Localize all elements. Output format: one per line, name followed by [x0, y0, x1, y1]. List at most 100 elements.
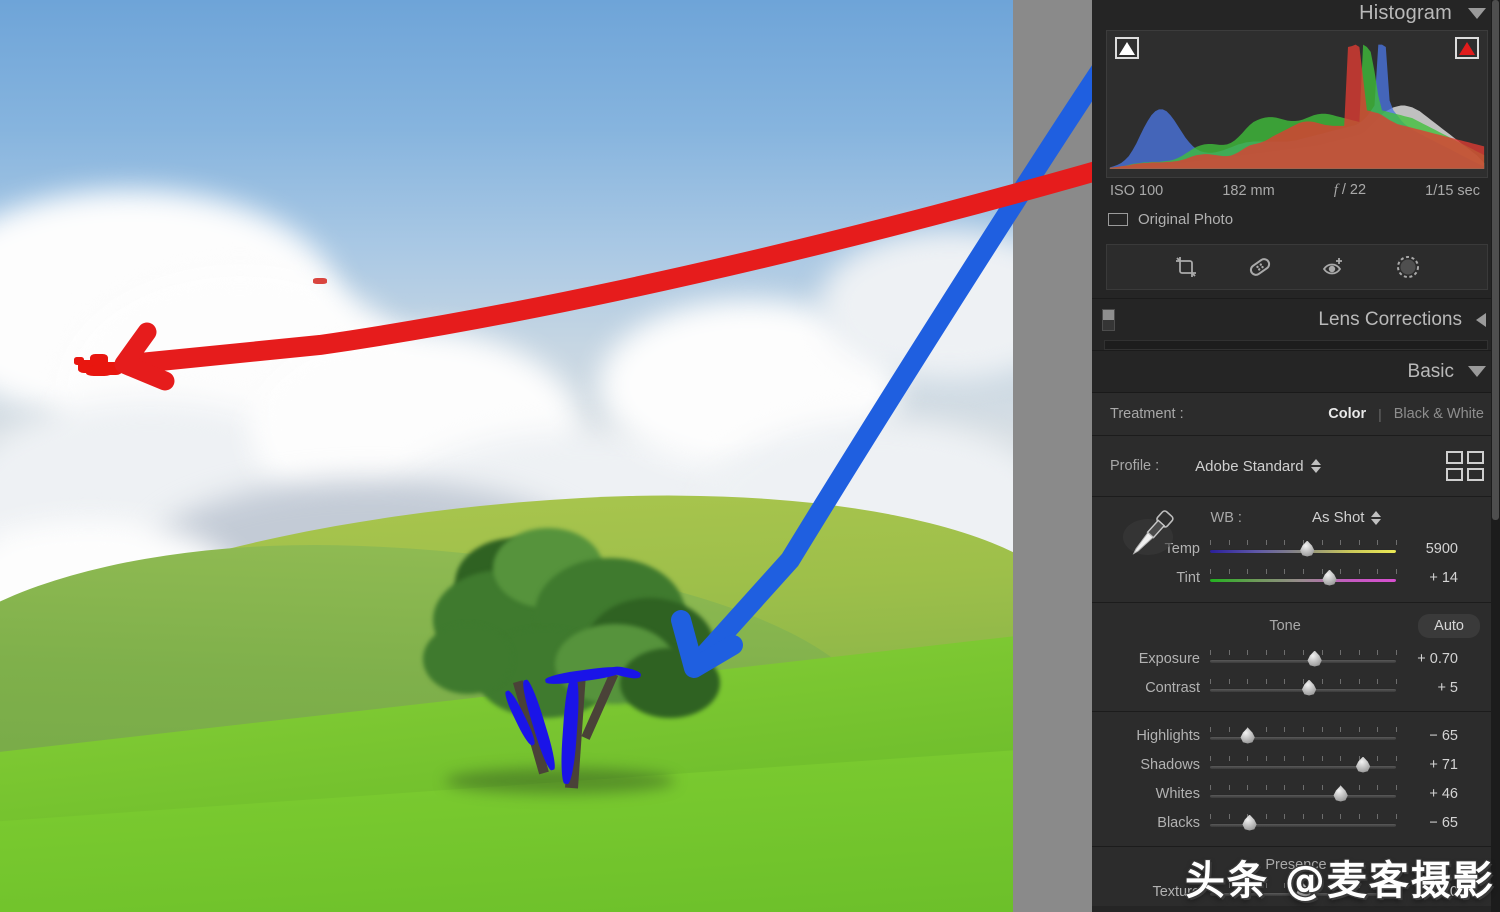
aperture-value: f / 22: [1334, 182, 1366, 199]
highlight-clipping-indicator[interactable]: [1455, 37, 1479, 59]
highlight-clipping-overlay: [313, 276, 331, 286]
iso-value: ISO 100: [1110, 183, 1163, 199]
chevron-down-icon[interactable]: [1468, 366, 1486, 377]
original-photo-row[interactable]: Original Photo: [1092, 199, 1500, 238]
basic-panel-header[interactable]: Basic: [1092, 350, 1500, 392]
tone-sliders: Exposure + 0.70 Contrast+ 5: [1092, 644, 1500, 702]
slider-value-shadows[interactable]: + 71: [1396, 757, 1476, 773]
shutter-speed-value: 1/15 sec: [1425, 183, 1480, 199]
slider-highlights[interactable]: Highlights− 65: [1092, 721, 1500, 750]
crop-overlay-icon[interactable]: [1171, 252, 1201, 282]
panel-scrollbar[interactable]: [1491, 0, 1500, 912]
slider-track-temp[interactable]: [1210, 540, 1396, 558]
auto-tone-button[interactable]: Auto: [1418, 614, 1480, 638]
highlight-clipping-overlay: [74, 352, 126, 378]
exif-metadata-row: ISO 100 182 mm f / 22 1/15 sec: [1092, 178, 1500, 199]
slider-ticks: [1210, 727, 1396, 733]
slider-track-tint[interactable]: [1210, 569, 1396, 587]
profile-row: Profile : Adobe Standard: [1092, 445, 1500, 487]
slider-tint[interactable]: Tint + 14: [1092, 563, 1500, 592]
tree: [415, 528, 735, 798]
slider-track-shadows[interactable]: [1210, 756, 1396, 774]
photo-stage: [0, 0, 1013, 912]
treatment-bw-option[interactable]: Black & White: [1394, 406, 1484, 422]
wb-value: As Shot: [1312, 509, 1365, 526]
slider-rail: [1210, 823, 1396, 827]
histogram-graph[interactable]: [1106, 30, 1488, 178]
slider-ticks: [1210, 814, 1396, 820]
profile-value: Adobe Standard: [1195, 458, 1303, 475]
slider-value-exposure[interactable]: + 0.70: [1396, 651, 1476, 667]
slider-label-blacks: Blacks: [1104, 815, 1210, 831]
photo-preview[interactable]: [0, 0, 1013, 912]
slider-ticks: [1210, 540, 1396, 546]
slider-rail: [1210, 736, 1396, 740]
tone-detail-block: Highlights− 65 Shadows + 71 Whites + 46 Black…: [1092, 712, 1500, 847]
lens-corrections-switch[interactable]: [1102, 309, 1115, 331]
wb-dropdown[interactable]: As Shot: [1312, 509, 1382, 526]
slider-track-blacks[interactable]: [1210, 814, 1396, 832]
profile-label: Profile :: [1110, 458, 1159, 474]
highlight-clipping-overlay: [144, 363, 166, 375]
slider-exposure[interactable]: Exposure + 0.70: [1092, 644, 1500, 673]
slider-value-blacks[interactable]: − 65: [1396, 815, 1476, 831]
chevron-down-icon[interactable]: [1468, 8, 1486, 19]
slider-whites[interactable]: Whites + 46: [1092, 779, 1500, 808]
treatment-row: Treatment : Color | Black & White: [1092, 402, 1500, 426]
slider-ticks: [1210, 679, 1396, 685]
slider-rail: [1210, 659, 1396, 663]
tone-header: Tone Auto: [1092, 612, 1500, 644]
tree-shadow: [445, 768, 675, 794]
profile-dropdown[interactable]: Adobe Standard: [1195, 458, 1320, 475]
slider-value-highlights[interactable]: − 65: [1396, 728, 1476, 744]
red-eye-correction-icon[interactable]: [1319, 252, 1349, 282]
slider-shadows[interactable]: Shadows + 71: [1092, 750, 1500, 779]
histogram-title: Histogram: [1359, 2, 1452, 25]
radial-filter-icon[interactable]: [1393, 252, 1423, 282]
slider-ticks: [1210, 569, 1396, 575]
white-balance-block: WB : As Shot Temp5900Tint+ 14: [1092, 497, 1500, 603]
slider-track-whites[interactable]: [1210, 785, 1396, 803]
treatment-separator: |: [1378, 406, 1382, 422]
slider-ticks: [1210, 650, 1396, 656]
histogram-curves: [1107, 31, 1487, 172]
slider-ticks: [1210, 785, 1396, 791]
tone-label: Tone: [1092, 618, 1418, 634]
tone-detail-sliders: Highlights− 65 Shadows + 71 Whites + 46 Black…: [1092, 721, 1500, 837]
slider-contrast[interactable]: Contrast+ 5: [1092, 673, 1500, 702]
spot-removal-icon[interactable]: [1245, 252, 1275, 282]
tone-block: Tone Auto Exposure + 0.70 Contrast+ 5: [1092, 603, 1500, 712]
slider-value-contrast[interactable]: + 5: [1396, 680, 1476, 696]
slider-label-whites: Whites: [1104, 786, 1210, 802]
slider-track-contrast[interactable]: [1210, 679, 1396, 697]
slider-label-shadows: Shadows: [1104, 757, 1210, 773]
slider-label-exposure: Exposure: [1104, 651, 1210, 667]
treatment-row-block: Treatment : Color | Black & White: [1092, 393, 1500, 436]
chevron-left-icon[interactable]: [1476, 313, 1486, 327]
original-photo-label: Original Photo: [1138, 211, 1233, 228]
shadow-clipping-indicator[interactable]: [1115, 37, 1139, 59]
lens-corrections-header[interactable]: Lens Corrections: [1092, 298, 1500, 340]
develop-tool-strip[interactable]: [1106, 244, 1488, 290]
slider-rail: [1210, 578, 1396, 582]
watermark: 头条 @麦客摄影: [1185, 848, 1495, 906]
slider-value-temp[interactable]: 5900: [1396, 541, 1476, 557]
slider-blacks[interactable]: Blacks − 65: [1092, 808, 1500, 837]
slider-value-tint[interactable]: + 14: [1396, 570, 1476, 586]
slider-value-whites[interactable]: + 46: [1396, 786, 1476, 802]
basic-title: Basic: [1408, 361, 1454, 383]
scrollbar-thumb[interactable]: [1492, 0, 1499, 520]
treatment-color-option[interactable]: Color: [1328, 406, 1366, 422]
lens-corrections-title: Lens Corrections: [1318, 309, 1462, 331]
wb-label: WB :: [1211, 510, 1242, 526]
up-down-chevron-icon: [1371, 511, 1381, 525]
slider-track-exposure[interactable]: [1210, 650, 1396, 668]
histogram-panel-header[interactable]: Histogram: [1092, 0, 1500, 26]
up-down-chevron-icon: [1311, 459, 1321, 473]
white-balance-selector-icon[interactable]: [1118, 503, 1178, 565]
treatment-label: Treatment :: [1110, 406, 1184, 422]
slider-ticks: [1210, 756, 1396, 762]
slider-label-tint: Tint: [1104, 570, 1210, 586]
slider-track-highlights[interactable]: [1210, 727, 1396, 745]
profile-browser-grid-icon[interactable]: [1446, 451, 1484, 481]
